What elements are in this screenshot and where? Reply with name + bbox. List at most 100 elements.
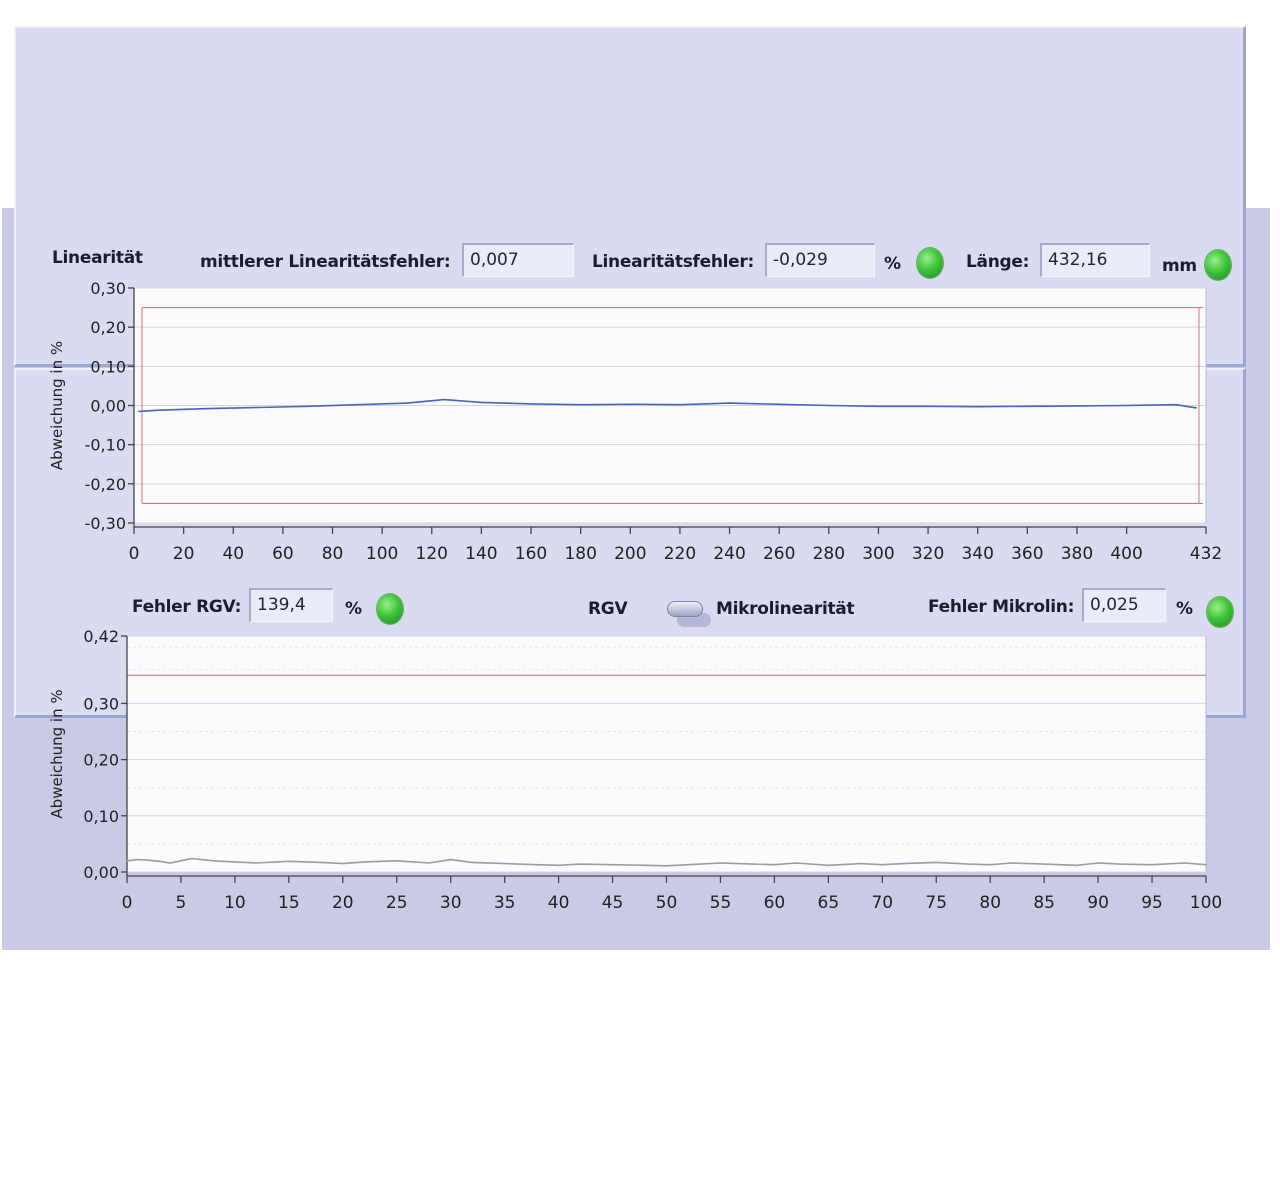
data-point — [827, 864, 830, 867]
x-tick-label: 120 — [416, 544, 448, 564]
x-tick-label: 10 — [224, 893, 246, 913]
y-tick-label: -0,10 — [85, 436, 126, 455]
data-point — [212, 859, 215, 862]
x-tick-label: 20 — [173, 544, 195, 564]
data-point — [795, 862, 797, 864]
data-point — [530, 403, 532, 405]
data-point — [644, 864, 646, 867]
data-point — [1026, 405, 1029, 408]
data-point — [1183, 862, 1186, 864]
y-tick-label: 0,42 — [83, 627, 119, 646]
data-point — [158, 860, 161, 863]
data-point — [536, 863, 538, 866]
data-point — [169, 862, 171, 864]
x-tick-label: 240 — [713, 544, 745, 564]
data-point — [679, 403, 681, 406]
data-point — [719, 862, 722, 864]
data-point — [395, 859, 398, 862]
data-point — [967, 863, 970, 865]
data-point — [257, 406, 259, 409]
x-tick-label: 260 — [763, 544, 795, 564]
data-point — [903, 862, 905, 865]
data-point — [877, 405, 880, 408]
x-tick-label: 90 — [1087, 893, 1109, 913]
data-point — [1205, 863, 1207, 866]
x-tick-label: 35 — [494, 893, 516, 913]
data-point — [976, 405, 979, 408]
data-point — [989, 863, 991, 866]
data-point — [234, 861, 236, 863]
data-point — [480, 401, 483, 404]
x-tick-label: 160 — [515, 544, 547, 564]
x-tick-label: 5 — [176, 893, 187, 913]
data-point — [1075, 864, 1078, 867]
data-point — [1010, 862, 1013, 864]
data-point — [665, 865, 668, 867]
data-point — [406, 402, 408, 404]
linearity-chart: 0,30 0,20 0,10 0,00 -0,10 -0,20 -0,300 20 40 60 80… — [48, 279, 1222, 564]
data-point — [288, 860, 290, 863]
x-tick-label: 50 — [656, 893, 678, 913]
data-point — [687, 863, 689, 866]
data-point — [356, 403, 359, 406]
x-tick-label: 95 — [1141, 893, 1163, 913]
data-point — [471, 861, 474, 864]
data-point — [728, 402, 731, 404]
y-tick-label: 0,30 — [90, 279, 126, 298]
x-tick-label: 40 — [222, 544, 244, 564]
plot-area — [126, 635, 1207, 873]
x-tick-label: 280 — [813, 544, 845, 564]
x-tick-label: 400 — [1110, 544, 1142, 564]
y-tick-label: -0,20 — [85, 475, 126, 494]
data-point — [629, 403, 632, 406]
x-tick-label: 75 — [925, 893, 947, 913]
x-tick-label: 55 — [710, 893, 732, 913]
data-point — [207, 407, 210, 410]
data-point — [859, 862, 862, 865]
data-point — [881, 863, 884, 866]
x-tick-label: 340 — [961, 544, 993, 564]
y-tick-label: 0,20 — [83, 751, 119, 770]
data-point — [1118, 863, 1121, 865]
data-point — [927, 405, 929, 408]
x-tick-label: 70 — [871, 893, 893, 913]
x-tick-label: 60 — [272, 544, 294, 564]
x-tick-label: 25 — [386, 893, 408, 913]
x-tick-label: 40 — [548, 893, 570, 913]
data-point — [1151, 863, 1153, 866]
data-point — [1043, 863, 1045, 865]
x-tick-label: 100 — [366, 544, 398, 564]
data-point — [1097, 862, 1099, 864]
y-axis-label: Abweichung in % — [48, 689, 66, 818]
data-point — [306, 405, 309, 408]
data-point — [138, 410, 140, 413]
data-point — [773, 863, 776, 866]
data-point — [126, 859, 128, 862]
x-tick-label: 65 — [818, 893, 840, 913]
x-tick-label: 320 — [912, 544, 944, 564]
x-tick-label: 220 — [664, 544, 696, 564]
x-tick-label: 0 — [129, 544, 140, 564]
y-tick-label: 0,00 — [83, 863, 119, 882]
x-tick-label: 85 — [1033, 893, 1055, 913]
y-tick-label: 0,30 — [83, 694, 119, 713]
data-point — [136, 858, 139, 861]
x-tick-label: 60 — [764, 893, 786, 913]
x-tick-label: 140 — [465, 544, 497, 564]
data-point — [428, 862, 430, 864]
x-tick-label: 20 — [332, 893, 354, 913]
x-tick-label: 30 — [440, 893, 462, 913]
x-tick-label: 100 — [1190, 893, 1222, 913]
y-axis-label: Abweichung in % — [48, 341, 66, 470]
data-point — [190, 857, 193, 860]
data-point — [449, 858, 452, 861]
data-point — [503, 862, 506, 865]
x-tick-label: 360 — [1011, 544, 1043, 564]
x-tick-label: 80 — [322, 544, 344, 564]
micro-linearity-chart: 0,42 0,30 0,20 0,10 0,000 5 10 15 20 25 30 35 40 45 50… — [48, 627, 1222, 913]
data-point — [342, 862, 344, 865]
x-tick-label: 15 — [278, 893, 300, 913]
data-point — [255, 862, 258, 864]
chart-layer: 0,300,200,100,00-0,10-0,20-0,300 20 40 60 80… — [48, 279, 1222, 913]
data-point — [778, 403, 780, 406]
